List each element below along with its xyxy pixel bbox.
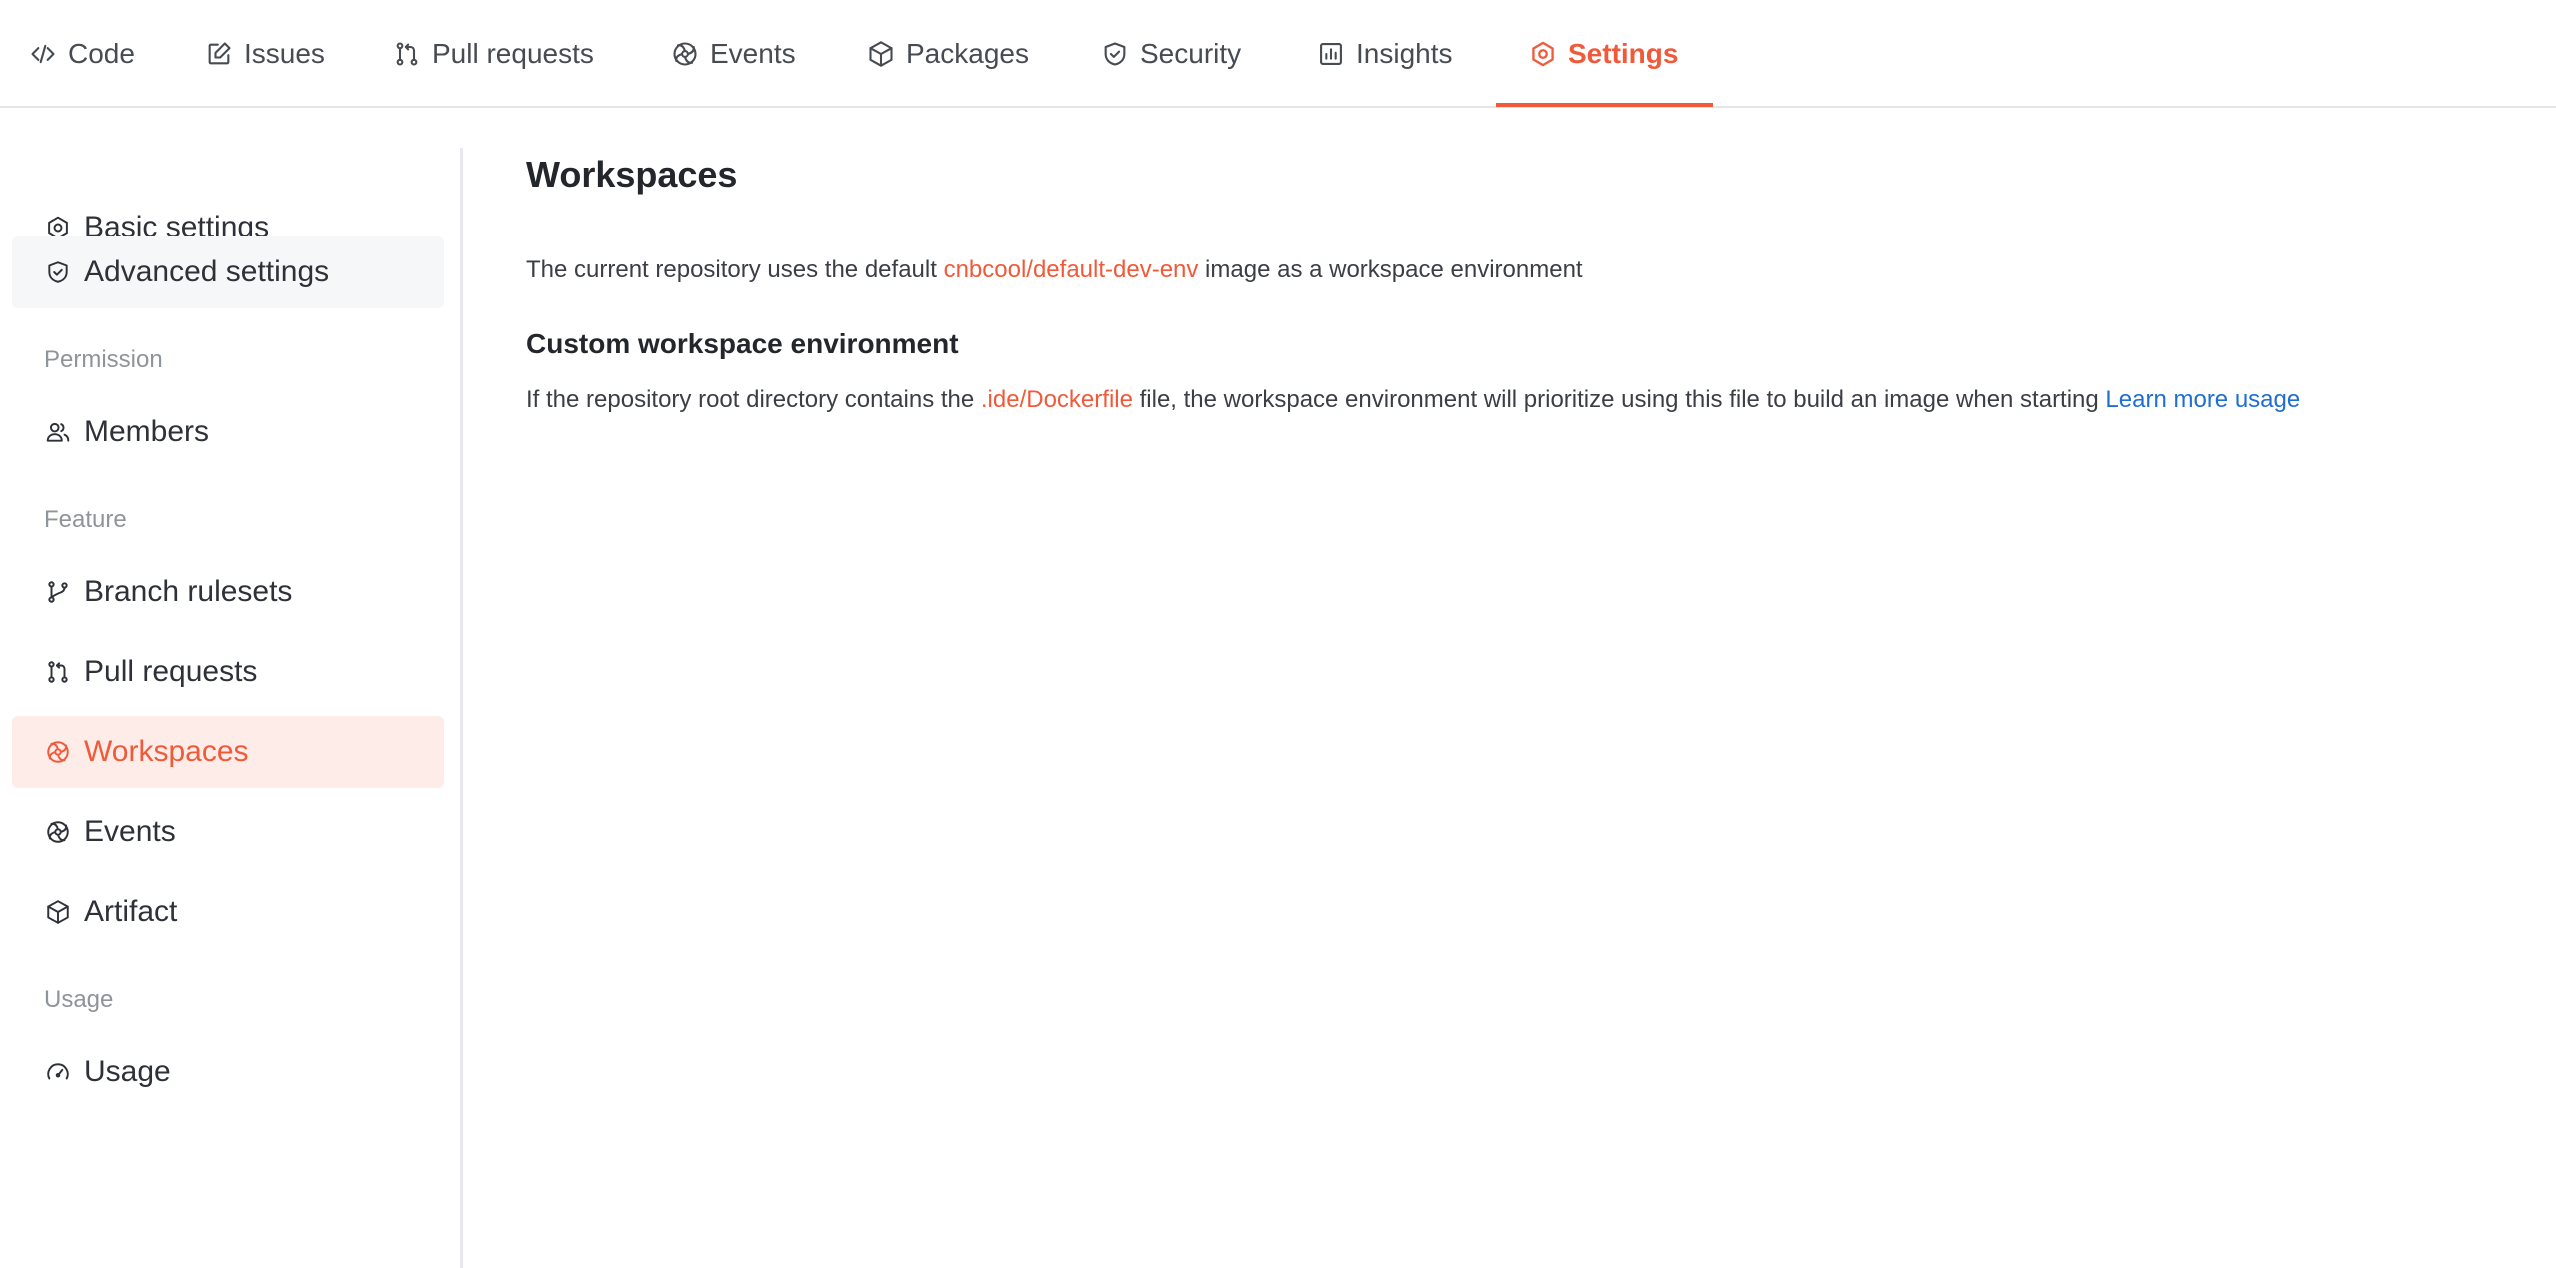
sidebar-item-label: Members bbox=[84, 415, 210, 448]
members-icon bbox=[44, 418, 72, 446]
description-text: The current repository uses the default bbox=[526, 256, 944, 283]
description-text: file, the workspace environment will pri… bbox=[1132, 386, 2106, 413]
pull-request-icon bbox=[44, 658, 72, 686]
tab-events[interactable]: Events bbox=[670, 0, 796, 108]
tab-pull-requests[interactable]: Pull requests bbox=[392, 0, 594, 108]
default-image-name: cnbcool/default-dev-env bbox=[943, 256, 1199, 283]
active-tab-indicator bbox=[1496, 103, 1713, 107]
issue-edit-icon bbox=[204, 39, 234, 69]
dockerfile-path: .ide/Dockerfile bbox=[980, 386, 1133, 413]
tab-label: Packages bbox=[906, 38, 1029, 69]
sidebar-item-branch-rulesets[interactable]: Branch rulesets bbox=[12, 556, 444, 628]
pull-request-icon bbox=[392, 39, 422, 69]
section-title: Custom workspace environment bbox=[526, 328, 959, 359]
sidebar-item-label: Advanced settings bbox=[84, 255, 330, 288]
page-title: Workspaces bbox=[526, 154, 738, 195]
tab-insights[interactable]: Insights bbox=[1316, 0, 1453, 108]
learn-more-link[interactable]: Learn more usage bbox=[2105, 386, 2300, 413]
shield-icon bbox=[1100, 39, 1130, 69]
tab-label: Events bbox=[710, 38, 796, 69]
description-text: If the repository root directory contain… bbox=[526, 386, 981, 413]
sidebar-item-label: Usage bbox=[84, 1055, 171, 1088]
sidebar-item-pull-requests[interactable]: Pull requests bbox=[12, 636, 444, 708]
package-icon bbox=[44, 898, 72, 926]
tab-settings[interactable]: Settings bbox=[1528, 0, 1678, 108]
tab-issues[interactable]: Issues bbox=[204, 0, 325, 108]
sidebar-item-workspaces[interactable]: Workspaces bbox=[12, 716, 444, 788]
repo-tab-bar: Code Issues Pull requests Events Package… bbox=[0, 0, 2556, 108]
tab-security[interactable]: Security bbox=[1100, 0, 1241, 108]
sidebar-divider bbox=[460, 148, 463, 1268]
branch-icon bbox=[44, 578, 72, 606]
code-icon bbox=[28, 39, 58, 69]
sidebar-item-members[interactable]: Members bbox=[12, 396, 444, 468]
sidebar-group-permission: Permission bbox=[44, 346, 163, 373]
sidebar-item-artifact[interactable]: Artifact bbox=[12, 876, 444, 948]
tab-label: Settings bbox=[1568, 38, 1679, 69]
tab-label: Pull requests bbox=[432, 38, 594, 69]
package-icon bbox=[866, 39, 896, 69]
events-icon bbox=[670, 39, 700, 69]
events-icon bbox=[44, 818, 72, 846]
settings-sidebar: Basic settings Advanced settings Permiss… bbox=[0, 110, 460, 1268]
description-text: image as a workspace environment bbox=[1198, 256, 1583, 283]
tab-code[interactable]: Code bbox=[28, 0, 135, 108]
tab-label: Security bbox=[1140, 38, 1242, 69]
sidebar-item-label: Events bbox=[84, 815, 176, 848]
sidebar-group-usage: Usage bbox=[44, 986, 114, 1013]
gear-icon bbox=[1528, 39, 1558, 69]
sidebar-item-label: Branch rulesets bbox=[84, 575, 293, 608]
sidebar-group-feature: Feature bbox=[44, 506, 127, 533]
bar-chart-icon bbox=[1316, 39, 1346, 69]
sidebar-item-advanced-settings[interactable]: Advanced settings bbox=[12, 236, 444, 308]
tab-label: Code bbox=[68, 38, 135, 69]
tab-label: Issues bbox=[244, 38, 325, 69]
shield-icon bbox=[44, 258, 72, 286]
sidebar-item-label: Artifact bbox=[84, 895, 178, 928]
sidebar-item-label: Pull requests bbox=[84, 655, 258, 688]
custom-environment-description: If the repository root directory contain… bbox=[526, 386, 2300, 414]
default-image-description: The current repository uses the default … bbox=[526, 256, 1583, 284]
tab-packages[interactable]: Packages bbox=[866, 0, 1029, 108]
sidebar-item-usage[interactable]: Usage bbox=[12, 1036, 444, 1108]
workspaces-icon bbox=[44, 738, 72, 766]
sidebar-item-label: Workspaces bbox=[84, 735, 249, 768]
tab-label: Insights bbox=[1356, 38, 1453, 69]
sidebar-item-events[interactable]: Events bbox=[12, 796, 444, 868]
gauge-icon bbox=[44, 1058, 72, 1086]
